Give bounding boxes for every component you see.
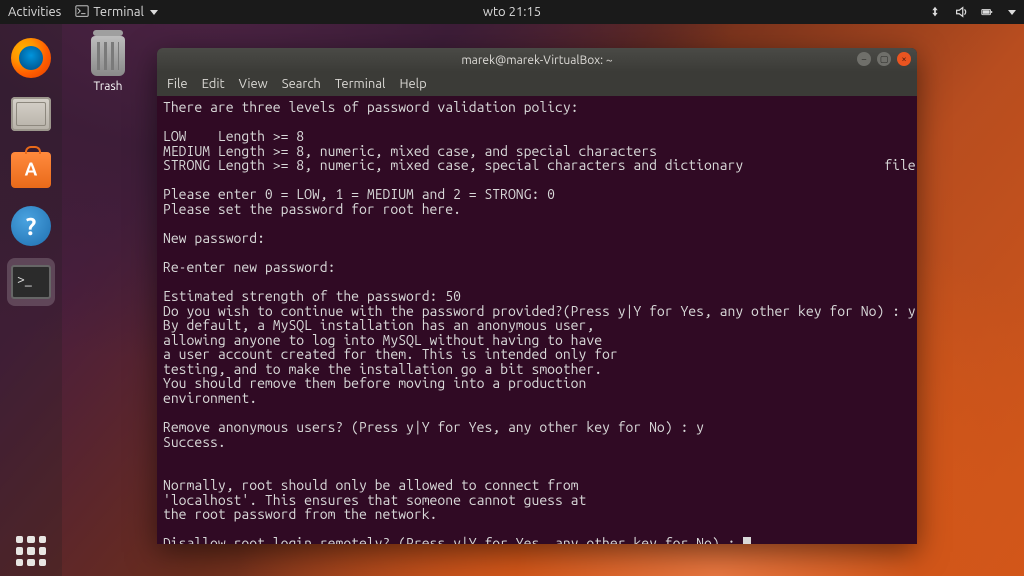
- terminal-menubar: File Edit View Search Terminal Help: [157, 72, 917, 96]
- terminal-icon: [75, 4, 89, 21]
- menu-view[interactable]: View: [239, 77, 268, 91]
- menu-search[interactable]: Search: [282, 77, 321, 91]
- terminal-output[interactable]: There are three levels of password valid…: [157, 96, 917, 544]
- launcher-firefox[interactable]: [7, 34, 55, 82]
- terminal-icon: >_: [11, 265, 51, 299]
- launcher-dock: ? >_: [0, 24, 62, 576]
- network-icon[interactable]: [928, 5, 942, 19]
- chevron-down-icon: [150, 10, 158, 15]
- files-icon: [11, 97, 51, 131]
- firefox-icon: [11, 38, 51, 78]
- launcher-terminal[interactable]: >_: [7, 258, 55, 306]
- trash-icon: [91, 36, 125, 76]
- terminal-window: marek@marek-VirtualBox: ~ – ▢ × File Edi…: [157, 48, 917, 544]
- activities-button[interactable]: Activities: [8, 5, 61, 19]
- apps-grid-icon: [16, 536, 46, 566]
- desktop-trash[interactable]: Trash: [82, 36, 134, 93]
- window-title: marek@marek-VirtualBox: ~: [461, 54, 612, 67]
- battery-icon[interactable]: [980, 5, 994, 19]
- menu-file[interactable]: File: [167, 77, 188, 91]
- launcher-files[interactable]: [7, 90, 55, 138]
- help-icon: ?: [11, 206, 51, 246]
- system-menu-chevron-icon[interactable]: [1008, 10, 1016, 15]
- window-titlebar[interactable]: marek@marek-VirtualBox: ~ – ▢ ×: [157, 48, 917, 72]
- menu-help[interactable]: Help: [399, 77, 426, 91]
- launcher-help[interactable]: ?: [7, 202, 55, 250]
- window-maximize-button[interactable]: ▢: [877, 52, 891, 66]
- window-close-button[interactable]: ×: [897, 52, 911, 66]
- volume-icon[interactable]: [954, 5, 968, 19]
- top-menu-bar: Activities Terminal wto 21:15: [0, 0, 1024, 24]
- app-menu-label: Terminal: [93, 5, 144, 19]
- desktop-trash-label: Trash: [82, 80, 134, 93]
- show-applications-button[interactable]: [0, 536, 62, 566]
- launcher-software[interactable]: [7, 146, 55, 194]
- terminal-cursor: [743, 537, 751, 544]
- window-minimize-button[interactable]: –: [857, 52, 871, 66]
- app-menu-terminal[interactable]: Terminal: [75, 4, 158, 21]
- menu-terminal[interactable]: Terminal: [335, 77, 386, 91]
- clock[interactable]: wto 21:15: [483, 5, 541, 19]
- menu-edit[interactable]: Edit: [202, 77, 225, 91]
- software-icon: [11, 152, 51, 188]
